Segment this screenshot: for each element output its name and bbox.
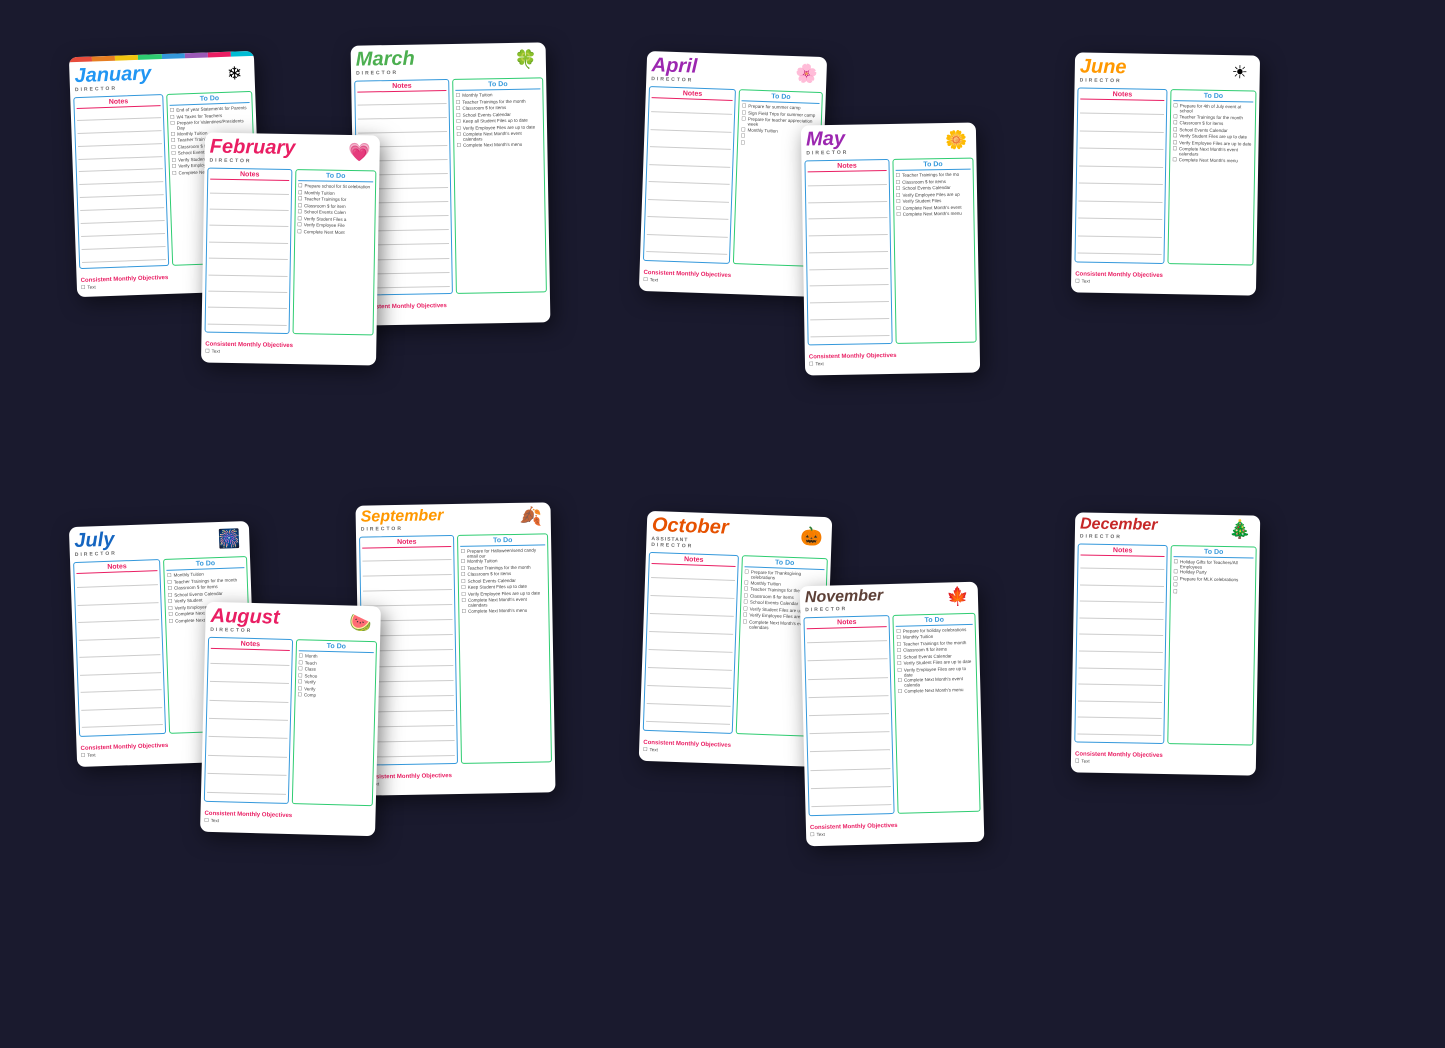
october-notes-label: Notes bbox=[651, 555, 735, 567]
july-icon: 🎆 bbox=[214, 528, 245, 550]
april-icon: 🌸 bbox=[791, 62, 822, 84]
december-notes-label: Notes bbox=[1080, 546, 1164, 556]
march-notes-label: Notes bbox=[357, 82, 446, 93]
february-notes-label: Notes bbox=[210, 171, 289, 181]
september-notes-label: Notes bbox=[362, 538, 451, 549]
august-icon: 🍉 bbox=[345, 612, 376, 634]
july-todo-label: To Do bbox=[166, 559, 244, 571]
main-scene: January DIRECTOR ❄ Notes bbox=[73, 34, 1373, 1014]
card-may: May DIRECTOR 🌼 Notes bbox=[800, 122, 979, 375]
card-february: February DIRECTOR 💗 Notes bbox=[201, 132, 380, 365]
card-december: December DIRECTOR 🎄 Notes bbox=[1070, 512, 1260, 775]
february-icon: 💗 bbox=[344, 141, 374, 163]
may-notes-label: Notes bbox=[807, 162, 886, 172]
card-april: April DIRECTOR 🌸 Notes bbox=[638, 51, 826, 297]
november-notes-label: Notes bbox=[806, 618, 887, 629]
february-todo-label: To Do bbox=[298, 172, 373, 182]
september-icon: 🍂 bbox=[515, 507, 545, 529]
january-todo-label: To Do bbox=[169, 94, 249, 106]
card-august: August DIRECTOR 🍉 Notes bbox=[200, 602, 381, 837]
april-notes-label: Notes bbox=[651, 89, 733, 101]
may-todo-label: To Do bbox=[895, 161, 970, 171]
may-icon: 🌼 bbox=[940, 129, 970, 151]
august-todo-label: To Do bbox=[298, 642, 373, 653]
december-title: December bbox=[1079, 515, 1224, 535]
july-notes-label: Notes bbox=[76, 562, 158, 574]
november-todo-label: To Do bbox=[895, 615, 972, 626]
march-title: March bbox=[355, 46, 510, 71]
june-title: June bbox=[1079, 55, 1224, 80]
october-todo-label: To Do bbox=[744, 558, 824, 570]
december-icon: 🎄 bbox=[1224, 519, 1254, 541]
march-icon: 🍀 bbox=[510, 49, 540, 71]
february-title: February bbox=[209, 136, 344, 160]
september-todo-label: To Do bbox=[460, 536, 545, 546]
december-todo-label: To Do bbox=[1173, 548, 1253, 558]
january-icon: ❄ bbox=[219, 63, 250, 85]
card-september: September DIRECTOR 🍂 Notes bbox=[355, 502, 555, 795]
november-icon: 🍁 bbox=[942, 586, 973, 608]
january-notes-label: Notes bbox=[76, 97, 160, 109]
june-notes-label: Notes bbox=[1080, 91, 1164, 101]
april-todo-label: To Do bbox=[742, 92, 820, 104]
june-icon: ☀ bbox=[1224, 62, 1254, 84]
may-title: May bbox=[805, 126, 940, 150]
march-todo-label: To Do bbox=[455, 80, 540, 90]
june-todo-label: To Do bbox=[1173, 92, 1253, 102]
october-icon: 🎃 bbox=[796, 526, 827, 548]
card-march: March DIRECTOR 🍀 Notes bbox=[350, 42, 550, 325]
card-november: November DIRECTOR 🍁 Notes bbox=[799, 582, 984, 847]
august-notes-label: Notes bbox=[210, 640, 289, 651]
card-june: June DIRECTOR ☀ Notes bbox=[1070, 52, 1259, 295]
